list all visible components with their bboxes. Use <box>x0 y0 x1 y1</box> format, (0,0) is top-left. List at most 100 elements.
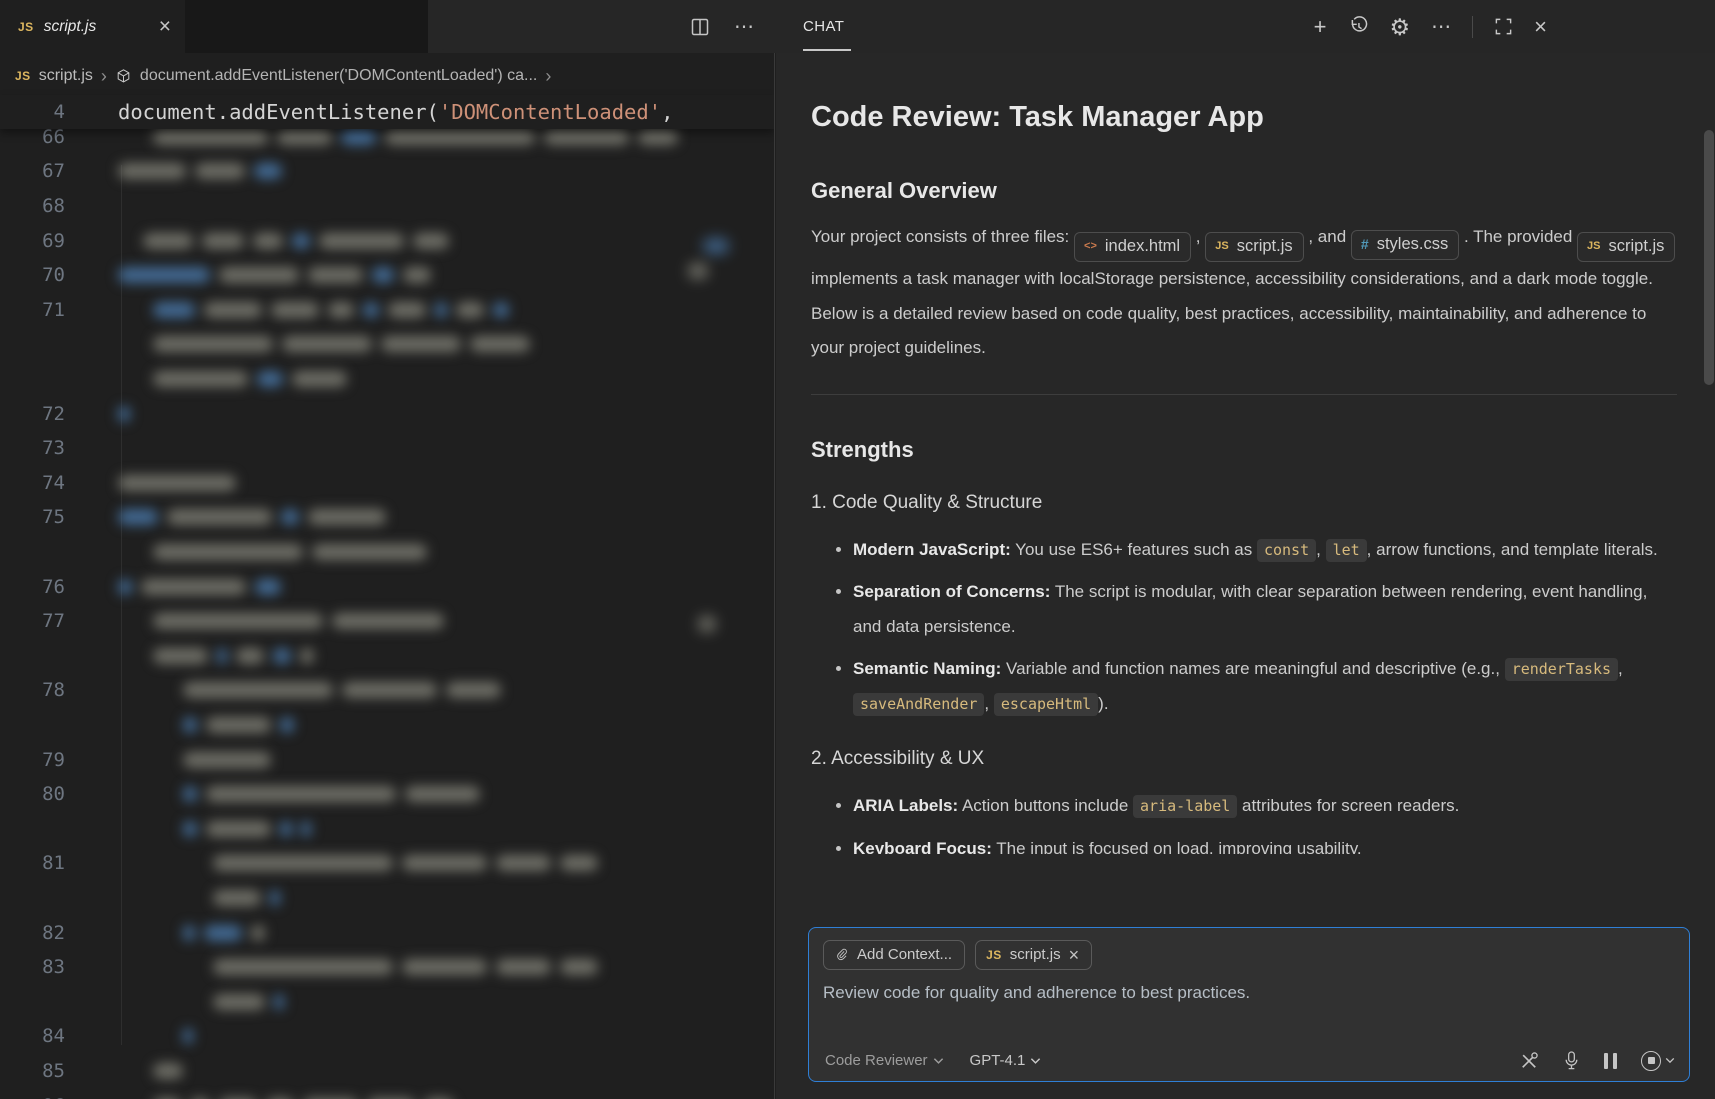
code-line <box>0 327 774 362</box>
chat-response[interactable]: Code Review: Task Manager AppGeneral Ove… <box>776 53 1715 915</box>
heading: 2. Accessibility & UX <box>811 747 1677 771</box>
sticky-scroll-line[interactable]: 4 document.addEventListener('DOMContentL… <box>0 95 774 129</box>
chat-tab-active-indicator <box>803 49 851 51</box>
blurred-code-blobs <box>118 475 236 491</box>
file-reference-chip[interactable]: JSscript.js <box>1577 232 1675 262</box>
mode-picker[interactable]: Code Reviewer <box>825 1052 944 1069</box>
vscode-window: JS script.js × ⋯ CHAT + ⚙ ⋯ <box>0 0 1715 1099</box>
blurred-code-blobs <box>153 613 444 629</box>
file-name: script.js <box>1609 232 1665 260</box>
line-number: 71 <box>0 293 65 328</box>
chat-panel: Code Review: Task Manager AppGeneral Ove… <box>776 53 1715 1099</box>
inline-code: const <box>1257 539 1316 562</box>
add-context-button[interactable]: Add Context... <box>823 940 965 970</box>
file-name: styles.css <box>1377 230 1449 258</box>
code-line: 72 <box>0 397 774 432</box>
maximize-panel-icon[interactable] <box>1494 17 1513 36</box>
editor-tab-scriptjs[interactable]: JS script.js × <box>0 0 185 53</box>
bold-label: ARIA Labels: <box>853 796 958 815</box>
list-item: Modern JavaScript: You use ES6+ features… <box>853 533 1677 568</box>
close-tab-icon[interactable]: × <box>159 16 171 37</box>
blurred-code-blobs <box>153 648 314 664</box>
code-token: document.addEventListener( <box>118 100 439 124</box>
line-number: 85 <box>0 1054 65 1089</box>
file-name: script.js <box>1237 232 1293 260</box>
line-number: 76 <box>0 570 65 605</box>
list-item: Separation of Concerns: The script is mo… <box>853 575 1677 644</box>
blurred-code-blobs <box>183 925 265 941</box>
inline-code: aria-label <box>1133 795 1237 818</box>
blurred-code-blobs <box>153 336 530 352</box>
chat-toolbar: + ⚙ ⋯ × <box>1314 0 1547 53</box>
code-line <box>0 639 774 674</box>
line-number: 77 <box>0 604 65 639</box>
code-line <box>0 362 774 397</box>
blurred-code-blobs <box>143 233 449 249</box>
attached-file-name: script.js <box>1010 946 1061 963</box>
line-number: 73 <box>0 431 65 466</box>
heading: 1. Code Quality & Structure <box>811 491 1677 515</box>
history-icon[interactable] <box>1348 16 1369 37</box>
inline-code: renderTasks <box>1505 658 1618 681</box>
html-file-icon: <> <box>1084 232 1097 260</box>
blurred-code-blob <box>698 616 716 632</box>
blurred-code-blobs <box>183 821 311 837</box>
code-line <box>0 881 774 916</box>
pause-icon[interactable] <box>1604 1053 1617 1069</box>
code-line <box>0 812 774 847</box>
code-line: 83 <box>0 950 774 985</box>
chat-message-input[interactable]: Review code for quality and adherence to… <box>823 983 1675 1003</box>
code-line: 71 <box>0 293 774 328</box>
code-line: 74 <box>0 466 774 501</box>
js-file-icon: JS <box>986 948 1002 962</box>
code-line: 78 <box>0 673 774 708</box>
chat-input-box[interactable]: Add Context... JS script.js × Review cod… <box>808 927 1690 1082</box>
new-chat-icon[interactable]: + <box>1314 16 1327 38</box>
split-editor-icon[interactable] <box>690 17 710 37</box>
chevron-down-icon <box>1665 1057 1675 1064</box>
tab-chat[interactable]: CHAT <box>803 0 844 53</box>
code-line <box>0 535 774 570</box>
blurred-code-blobs <box>183 682 501 698</box>
line-number: 67 <box>0 154 65 189</box>
code-editor: JS script.js › document.addEventListener… <box>0 53 775 1099</box>
code-line <box>0 708 774 743</box>
line-number: 86 <box>0 1089 65 1099</box>
close-panel-icon[interactable]: × <box>1534 16 1547 38</box>
microphone-icon[interactable] <box>1563 1050 1580 1071</box>
tools-icon[interactable] <box>1519 1051 1539 1071</box>
code-line: 86 <box>0 1089 774 1099</box>
file-name: index.html <box>1105 232 1180 260</box>
file-reference-chip[interactable]: JSscript.js <box>1205 232 1303 262</box>
settings-gear-icon[interactable]: ⚙ <box>1390 16 1411 38</box>
blurred-code-area[interactable]: 6667686970717273747576777879808182838485… <box>0 53 774 1099</box>
chevron-down-icon <box>1030 1057 1041 1065</box>
blurred-code-blobs <box>183 1028 193 1044</box>
code-line: 77 <box>0 604 774 639</box>
line-number: 4 <box>0 95 65 129</box>
blurred-code-blobs <box>213 959 598 975</box>
blurred-code-blobs <box>118 509 386 525</box>
editor-more-actions-icon[interactable]: ⋯ <box>734 14 754 39</box>
remove-attachment-icon[interactable]: × <box>1069 948 1080 962</box>
paragraph: Your project consists of three files: <>… <box>811 220 1677 366</box>
code-line: 67 <box>0 154 774 189</box>
blurred-code-blobs <box>153 302 509 318</box>
blurred-code-blobs <box>183 786 480 802</box>
chat-scrollbar[interactable] <box>1704 130 1714 385</box>
input-action-icons <box>1519 1050 1675 1071</box>
file-reference-chip[interactable]: <> index.html <box>1074 232 1191 262</box>
paperclip-icon <box>834 947 849 963</box>
chat-more-actions-icon[interactable]: ⋯ <box>1431 16 1451 38</box>
input-bottom-row: Code Reviewer GPT-4.1 <box>825 1050 1675 1071</box>
model-picker[interactable]: GPT-4.1 <box>970 1052 1042 1069</box>
line-number: 83 <box>0 950 65 985</box>
stop-icon <box>1641 1051 1661 1071</box>
blurred-code-blob <box>688 263 708 279</box>
code-line: 80 <box>0 777 774 812</box>
file-reference-chip[interactable]: #styles.css <box>1351 230 1459 260</box>
js-file-icon: JS <box>18 20 34 34</box>
code-line: 81 <box>0 846 774 881</box>
attached-file-chip[interactable]: JS script.js × <box>975 940 1092 970</box>
stop-button[interactable] <box>1641 1051 1675 1071</box>
